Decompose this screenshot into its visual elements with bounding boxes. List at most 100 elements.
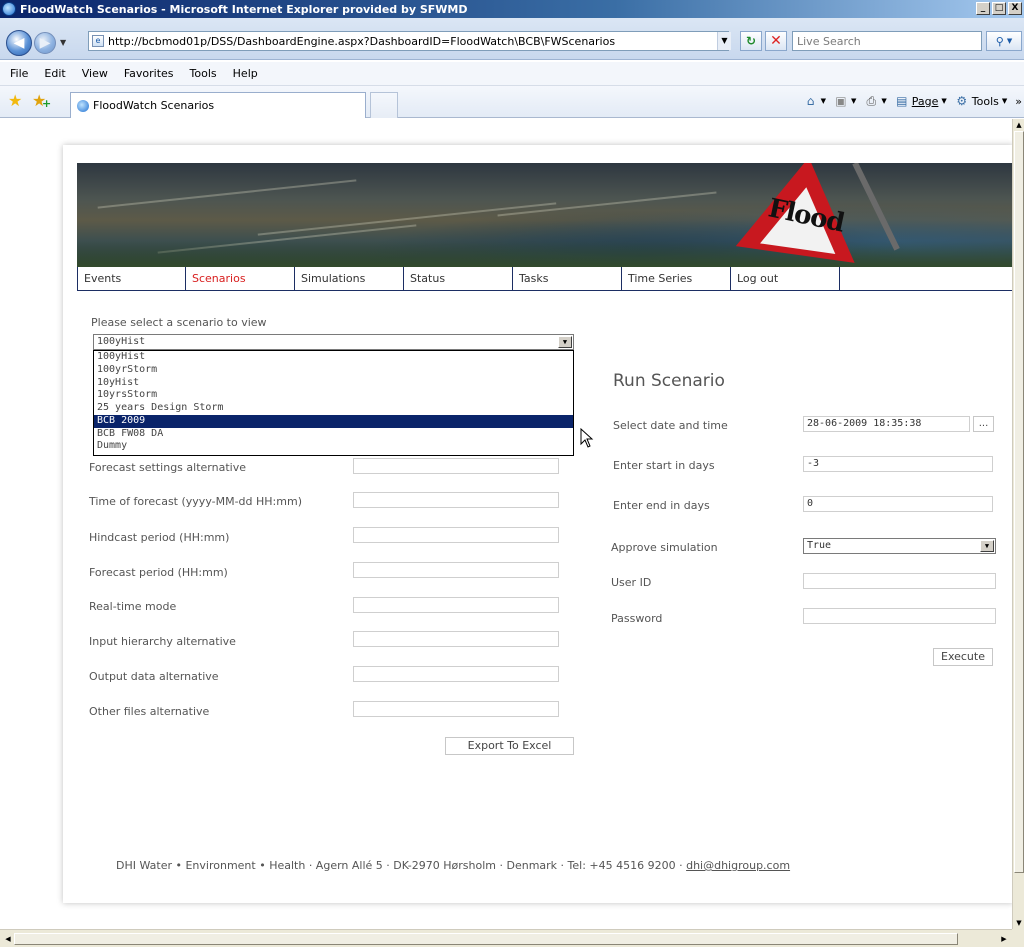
vertical-scrollbar[interactable]: ▲ ▼ [1012,119,1024,929]
scenario-selected-value: 100yHist [97,336,146,347]
forward-button[interactable]: ▶ [34,32,56,54]
time-of-forecast-field[interactable] [353,492,559,508]
forward-arrow-icon: ▶ [39,35,51,51]
horizontal-scrollbar[interactable]: ◀ ▶ [0,929,1012,947]
history-dropdown-icon[interactable]: ▼ [60,38,66,47]
nav-status[interactable]: Status [404,267,513,290]
real-time-mode-field[interactable] [353,597,559,613]
scenario-option[interactable]: 100yHist [94,351,573,364]
scroll-right-icon[interactable]: ▶ [998,933,1010,945]
scroll-left-icon[interactable]: ◀ [2,933,14,945]
select-date-label: Select date and time [613,419,728,432]
hindcast-period-field[interactable] [353,527,559,543]
search-dropdown-icon: ▼ [1006,37,1013,45]
menu-tools[interactable]: Tools [184,67,223,80]
footer-text: DHI Water • Environment • Health · Agern… [116,859,683,872]
end-days-field[interactable]: 0 [803,496,993,512]
export-to-excel-button[interactable]: Export To Excel [445,737,574,755]
search-icon: ⚲ [995,34,1004,48]
home-button[interactable]: ⌂ ▼ [804,94,826,108]
feeds-button[interactable]: ▣ ▼ [834,94,856,108]
menu-help[interactable]: Help [227,67,264,80]
forecast-settings-label: Forecast settings alternative [89,461,246,474]
page-icon: e [92,35,104,47]
scenario-option[interactable]: 100yrStorm [94,364,573,377]
password-field[interactable] [803,608,996,624]
menu-favorites[interactable]: Favorites [118,67,180,80]
date-picker-button[interactable]: ... [973,416,994,432]
scenario-option[interactable]: BCB FW08 DA [94,428,573,441]
input-hierarchy-label: Input hierarchy alternative [89,635,236,648]
hindcast-period-label: Hindcast period (HH:mm) [89,531,230,544]
print-button[interactable]: ⎙ ▼ [864,94,887,108]
back-button[interactable]: ◀ [6,30,32,56]
favorites-center-icon[interactable]: ★ [8,91,22,110]
approve-simulation-select[interactable]: True ▼ [803,538,996,554]
scenario-select[interactable]: 100yHist ▼ [93,334,574,350]
nav-log-out[interactable]: Log out [731,267,840,290]
nav-simulations[interactable]: Simulations [295,267,404,290]
scenario-option[interactable]: 25 years Design Storm [94,402,573,415]
refresh-button[interactable]: ↻ [740,31,762,51]
tools-menu-button[interactable]: ⚙ Tools ▼ [955,94,1007,108]
tab-title: FloodWatch Scenarios [93,99,215,112]
menu-view[interactable]: View [76,67,114,80]
ie-page-icon [77,99,89,112]
menu-edit[interactable]: Edit [38,67,71,80]
chevron-down-icon[interactable]: ▼ [558,336,572,348]
scenario-option-highlighted[interactable]: BCB 2009 [94,414,573,428]
output-data-field[interactable] [353,666,559,682]
scroll-down-icon[interactable]: ▼ [1013,917,1024,929]
horizontal-scroll-thumb[interactable] [14,933,958,945]
output-data-label: Output data alternative [89,670,219,683]
other-files-label: Other files alternative [89,705,210,718]
search-button[interactable]: ⚲ ▼ [986,31,1022,51]
chevron-more-icon[interactable]: » [1015,95,1022,108]
browser-viewport: Flood Events Scenarios Simulations Statu… [0,119,1013,929]
scenario-option[interactable]: 10yHist [94,377,573,390]
dashboard-page: Flood Events Scenarios Simulations Statu… [63,145,1013,903]
flood-banner-image: Flood [77,163,1013,267]
start-days-field[interactable]: -3 [803,456,993,472]
back-arrow-icon: ◀ [13,35,25,51]
nav-scenarios[interactable]: Scenarios [186,267,295,290]
minimize-button[interactable]: _ [976,2,990,15]
new-tab-button[interactable] [370,92,398,118]
main-nav: Events Scenarios Simulations Status Task… [77,267,1013,291]
search-input[interactable]: Live Search [792,31,982,51]
address-input[interactable]: e http://bcbmod01p/DSS/DashboardEngine.a… [88,31,729,51]
date-time-field[interactable]: 28-06-2009 18:35:38 [803,416,970,432]
scenario-dropdown-list: 100yHist 100yrStorm 10yHist 10yrsStorm 2… [93,350,574,456]
page-menu-button[interactable]: ▤ Page ▼ [895,94,947,108]
nav-events[interactable]: Events [77,267,186,290]
input-hierarchy-field[interactable] [353,631,559,647]
run-scenario-heading: Run Scenario [613,371,725,391]
chevron-down-icon[interactable]: ▼ [980,540,994,552]
scenario-option[interactable]: Dummy [94,440,573,453]
close-button[interactable]: X [1008,2,1022,15]
page-footer: DHI Water • Environment • Health · Agern… [116,859,790,872]
other-files-field[interactable] [353,701,559,717]
forecast-settings-field[interactable] [353,458,559,474]
scenario-option[interactable]: 10yrsStorm [94,389,573,402]
add-favorites-icon[interactable]: ★ [32,91,52,110]
tab-floodwatch-scenarios[interactable]: FloodWatch Scenarios [70,92,366,118]
user-id-field[interactable] [803,573,996,589]
stop-button[interactable]: ✕ [765,31,787,51]
approve-value: True [807,540,832,551]
nav-time-series[interactable]: Time Series [622,267,731,290]
execute-button[interactable]: Execute [933,648,993,666]
maximize-button[interactable]: □ [992,2,1006,15]
page-menu-icon: ▤ [896,94,908,108]
url-dropdown-icon[interactable]: ▼ [717,32,731,50]
scroll-up-icon[interactable]: ▲ [1013,119,1024,131]
scenario-prompt: Please select a scenario to view [91,316,267,329]
menu-file[interactable]: File [4,67,34,80]
vertical-scroll-thumb[interactable] [1014,131,1024,873]
footer-email-link[interactable]: dhi@dhigroup.com [686,859,790,872]
home-icon: ⌂ [806,94,815,108]
end-days-label: Enter end in days [613,499,710,512]
window-controls: _ □ X [976,2,1022,15]
forecast-period-field[interactable] [353,562,559,578]
nav-tasks[interactable]: Tasks [513,267,622,290]
